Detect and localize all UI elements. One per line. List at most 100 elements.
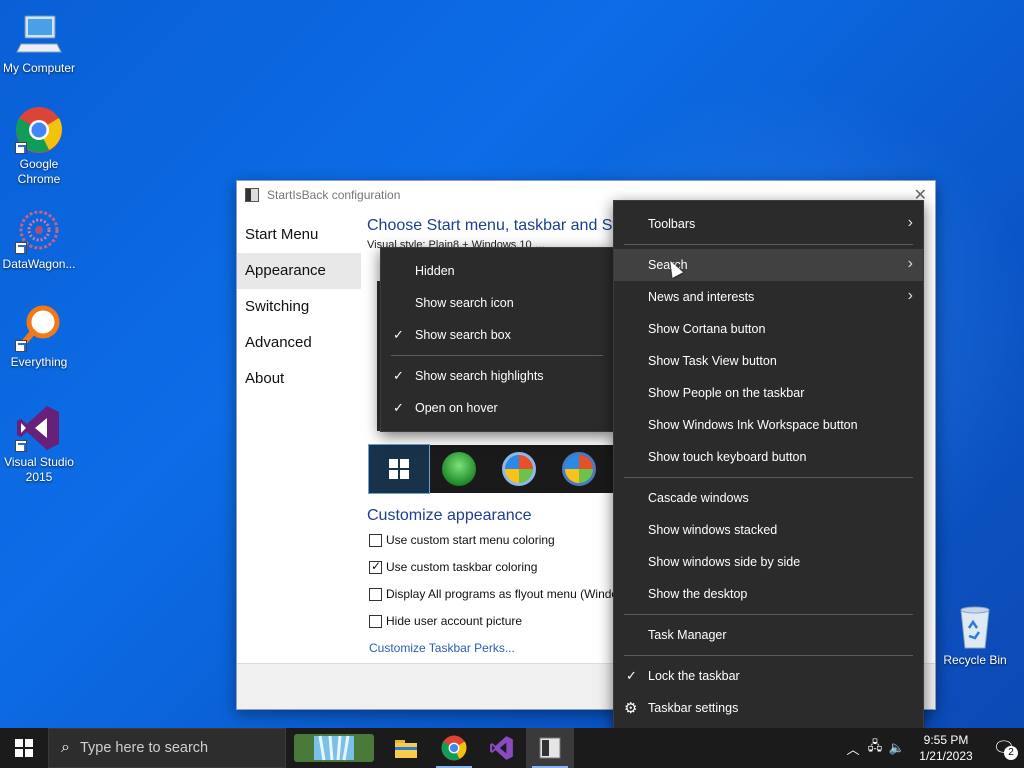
menu-item-search[interactable]: Search › xyxy=(614,249,923,281)
window-title: StartIsBack configuration xyxy=(267,188,401,202)
clock[interactable]: 9:55 PM 1/21/2023 xyxy=(908,732,984,764)
shortcut-arrow-icon xyxy=(15,242,27,254)
menu-item-label: Toolbars xyxy=(648,217,696,231)
menu-separator xyxy=(391,355,603,356)
desktop-icon-label: DataWagon... xyxy=(2,257,76,271)
menu-item-label: Show search icon xyxy=(415,296,514,310)
menu-item-open-on-hover[interactable]: ✓ Open on hover xyxy=(381,392,613,424)
taskbar-app-visual-studio[interactable] xyxy=(478,728,526,768)
start-button[interactable] xyxy=(0,728,48,768)
orb-option-clover[interactable] xyxy=(429,445,489,493)
startisback-icon xyxy=(539,737,561,759)
taskbar-search-box[interactable]: ⌕ Type here to search xyxy=(48,728,286,768)
desktop-icon-my-computer[interactable]: My Computer xyxy=(0,10,78,76)
desktop-icon-label: My Computer xyxy=(2,61,76,75)
menu-item-label: Show People on the taskbar xyxy=(648,386,805,400)
menu-item-label: Show touch keyboard button xyxy=(648,450,807,464)
menu-item-cascade-windows[interactable]: Cascade windows xyxy=(614,482,923,514)
menu-item-show-people[interactable]: Show People on the taskbar xyxy=(614,377,923,409)
customize-taskbar-perks-link[interactable]: Customize Taskbar Perks... xyxy=(369,641,515,655)
orb-option-windows7[interactable] xyxy=(489,445,549,493)
menu-item-label: Taskbar settings xyxy=(648,701,739,715)
chevron-right-icon: › xyxy=(907,255,913,272)
checkbox[interactable] xyxy=(369,587,382,601)
menu-item-toolbars[interactable]: Toolbars › xyxy=(614,208,923,240)
desktop-icon-label: Visual Studio 2015 xyxy=(4,455,74,484)
option-all-programs-flyout[interactable]: Display All programs as flyout menu (Win… xyxy=(369,587,618,601)
option-hide-account-picture[interactable]: Hide user account picture xyxy=(369,614,522,628)
nav-item-start-menu[interactable]: Start Menu xyxy=(237,217,361,253)
clock-time: 9:55 PM xyxy=(923,733,969,747)
menu-item-label: Task Manager xyxy=(648,628,727,642)
config-nav: Start Menu Appearance Switching Advanced… xyxy=(237,217,361,397)
chevron-right-icon: › xyxy=(907,287,913,304)
chevron-up-icon[interactable]: ︿ xyxy=(842,739,864,758)
option-custom-start-coloring[interactable]: Use custom start menu coloring xyxy=(369,533,555,547)
volume-icon[interactable]: 🔈 xyxy=(886,740,908,756)
shortcut-arrow-icon xyxy=(15,142,27,154)
menu-item-lock-taskbar[interactable]: ✓ Lock the taskbar xyxy=(614,660,923,692)
option-custom-taskbar-coloring[interactable]: Use custom taskbar coloring xyxy=(369,559,537,574)
taskbar-app-file-explorer[interactable] xyxy=(382,728,430,768)
clover-orb-icon xyxy=(442,452,476,486)
search-highlight-image[interactable] xyxy=(286,728,382,768)
menu-item-label: Cascade windows xyxy=(648,491,749,505)
menu-item-show-cortana[interactable]: Show Cortana button xyxy=(614,313,923,345)
chrome-icon xyxy=(15,106,63,154)
orb-option-windows10[interactable] xyxy=(368,444,430,494)
checkbox[interactable] xyxy=(369,614,382,628)
menu-item-news-and-interests[interactable]: News and interests › xyxy=(614,281,923,313)
nav-item-advanced[interactable]: Advanced xyxy=(237,325,361,361)
menu-item-show-search-box[interactable]: ✓ Show search box xyxy=(381,319,613,351)
menu-item-show-touch-keyboard[interactable]: Show touch keyboard button xyxy=(614,441,923,473)
menu-item-show-ink-workspace[interactable]: Show Windows Ink Workspace button xyxy=(614,409,923,441)
windows-logo-icon xyxy=(15,739,33,757)
menu-item-label: Show windows stacked xyxy=(648,523,778,537)
search-highlight-icon xyxy=(294,734,374,762)
orb-option-windows7-blue[interactable] xyxy=(549,445,609,493)
desktop-icon-google-chrome[interactable]: Google Chrome xyxy=(0,106,78,187)
desktop-icon-datawagon[interactable]: DataWagon... xyxy=(0,206,78,272)
network-icon[interactable]: 🖧 xyxy=(864,737,886,759)
start-orb-picker xyxy=(368,444,615,494)
taskbar-app-startisback[interactable] xyxy=(526,728,574,768)
menu-item-label: Show search highlights xyxy=(415,369,544,383)
menu-item-label: Show the desktop xyxy=(648,587,748,601)
gear-icon: ⚙ xyxy=(624,700,638,717)
desktop-icon-recycle-bin[interactable]: Recycle Bin xyxy=(936,602,1014,668)
checkbox-checked[interactable] xyxy=(369,559,382,574)
menu-separator xyxy=(624,244,913,245)
check-icon: ✓ xyxy=(393,400,404,415)
computer-icon xyxy=(15,10,63,58)
menu-item-show-search-highlights[interactable]: ✓ Show search highlights xyxy=(381,360,613,392)
page-heading: Choose Start menu, taskbar and Sta xyxy=(367,217,626,234)
menu-item-hidden[interactable]: Hidden xyxy=(381,255,613,287)
menu-item-taskbar-settings[interactable]: ⚙ Taskbar settings xyxy=(614,692,923,724)
chrome-icon xyxy=(441,735,467,761)
nav-item-switching[interactable]: Switching xyxy=(237,289,361,325)
checkbox[interactable] xyxy=(369,533,382,547)
chevron-right-icon: › xyxy=(907,214,913,231)
desktop-icon-everything[interactable]: Everything xyxy=(0,304,78,370)
nav-item-about[interactable]: About xyxy=(237,361,361,397)
shortcut-arrow-icon xyxy=(15,340,27,352)
shortcut-arrow-icon xyxy=(15,440,27,452)
taskbar[interactable]: ⌕ Type here to search ︿ 🖧 🔈 9:55 PM 1/21… xyxy=(0,728,1024,768)
desktop-icon-visual-studio[interactable]: Visual Studio 2015 xyxy=(0,404,78,485)
menu-item-windows-stacked[interactable]: Show windows stacked xyxy=(614,514,923,546)
visual-studio-icon xyxy=(15,404,63,452)
system-tray: ︿ 🖧 🔈 9:55 PM 1/21/2023 🗨 2 xyxy=(842,728,1024,768)
menu-separator xyxy=(624,614,913,615)
menu-separator xyxy=(624,655,913,656)
menu-item-windows-side-by-side[interactable]: Show windows side by side xyxy=(614,546,923,578)
nav-item-appearance[interactable]: Appearance xyxy=(237,253,361,289)
desktop-icon-label: Everything xyxy=(10,355,68,369)
recycle-bin-icon xyxy=(951,602,999,650)
menu-item-show-task-view[interactable]: Show Task View button xyxy=(614,345,923,377)
menu-item-label: News and interests xyxy=(648,290,755,304)
notification-center-button[interactable]: 🗨 2 xyxy=(984,728,1024,768)
menu-item-show-search-icon[interactable]: Show search icon xyxy=(381,287,613,319)
taskbar-app-chrome[interactable] xyxy=(430,728,478,768)
menu-item-task-manager[interactable]: Task Manager xyxy=(614,619,923,651)
menu-item-show-desktop[interactable]: Show the desktop xyxy=(614,578,923,610)
